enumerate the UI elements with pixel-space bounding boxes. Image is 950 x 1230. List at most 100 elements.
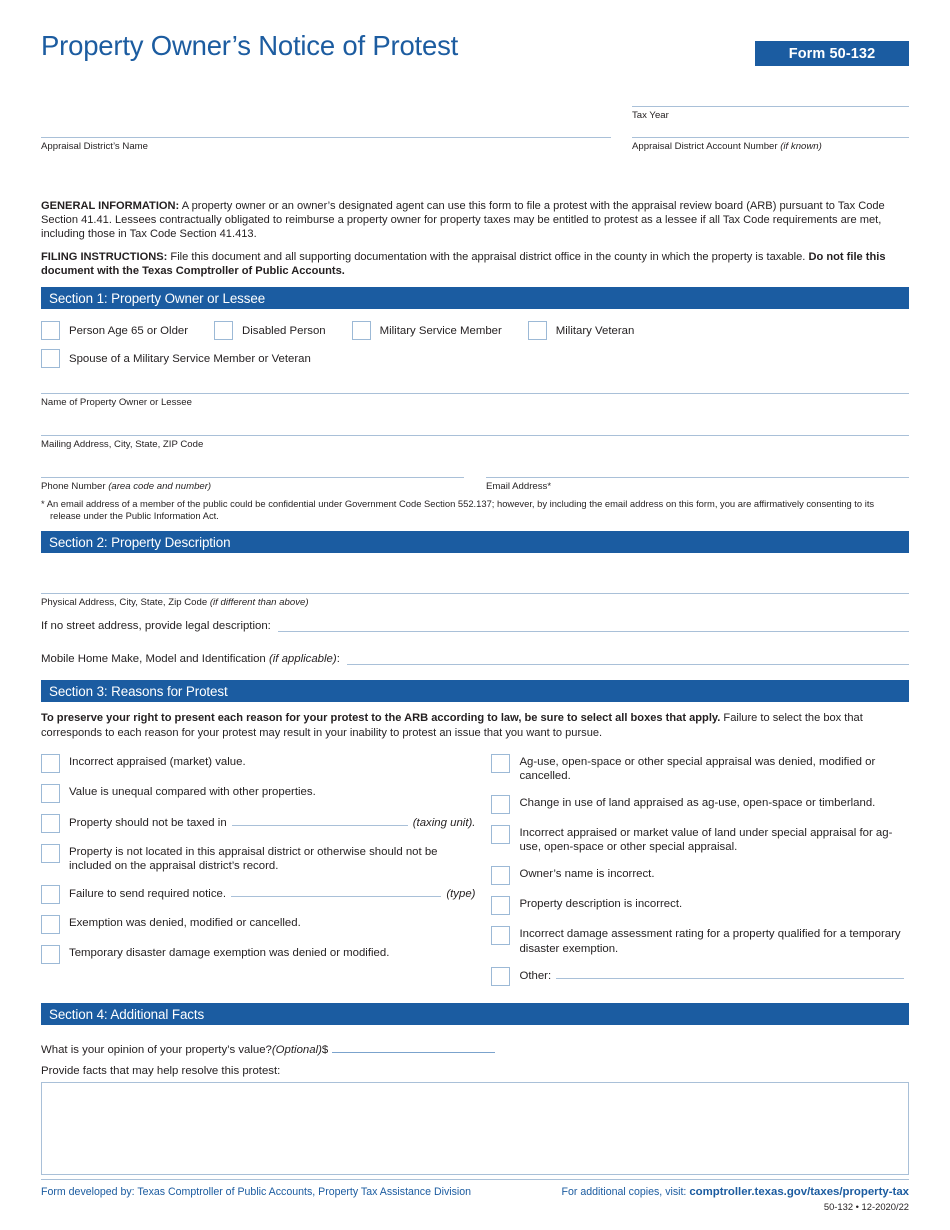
opinion-label-italic: (Optional) [271, 1044, 322, 1057]
general-information-paragraph: GENERAL INFORMATION: A property owner or… [41, 199, 909, 241]
section-3-intro: To preserve your right to present each r… [41, 711, 909, 739]
reason-incorrect-special-appraisal-value[interactable]: Incorrect appraised or market value of l… [491, 824, 909, 855]
checkbox-person-age-65[interactable]: Person Age 65 or Older [41, 321, 189, 341]
reason-incorrect-damage-assessment-rating[interactable]: Incorrect damage assessment rating for a… [491, 926, 909, 956]
footer-divider [41, 1179, 909, 1180]
reason-label: Change in use of land appraised as ag-us… [519, 796, 876, 809]
reason-label: Incorrect appraised or market value of l… [519, 826, 893, 854]
reason-label: Incorrect appraised (market) value. [69, 755, 246, 768]
phone-label-italic: (area code and number) [108, 481, 212, 493]
checkbox-label: Military Veteran [555, 324, 635, 337]
checkbox-icon[interactable] [41, 914, 60, 934]
mailing-address-field[interactable]: Mailing Address, City, State, ZIP Code [41, 435, 909, 451]
appraisal-district-name-field[interactable]: Appraisal District’s Name [41, 137, 611, 153]
reason-other[interactable]: Other: [491, 967, 909, 987]
checkbox-icon[interactable] [41, 884, 60, 904]
mobile-home-input-rule[interactable] [346, 653, 909, 666]
checkbox-icon[interactable] [41, 753, 60, 773]
taxing-unit-input-rule[interactable] [231, 815, 408, 826]
reason-text-pre: Failure to send required notice. [69, 887, 227, 900]
appraisal-account-number-field[interactable]: Appraisal District Account Number (if kn… [632, 137, 909, 153]
other-reason-input-rule[interactable] [556, 968, 904, 980]
checkbox-icon[interactable] [41, 944, 60, 964]
mobile-label-main: Mobile Home Make, Model and Identificati… [41, 653, 269, 666]
mobile-home-label: Mobile Home Make, Model and Identificati… [41, 653, 340, 665]
opinion-value-input-rule[interactable] [332, 1041, 496, 1054]
checkbox-icon[interactable] [491, 866, 511, 886]
mobile-label-italic: (if applicable) [268, 653, 337, 666]
checkbox-label: Military Service Member [379, 324, 502, 337]
email-address-field[interactable]: Email Address* [486, 477, 909, 493]
physical-address-label: Physical Address, City, State, Zip Code … [41, 594, 909, 609]
checkbox-icon[interactable] [491, 753, 511, 773]
reason-value-unequal[interactable]: Value is unequal compared with other pro… [41, 783, 475, 803]
reason-exemption-denied[interactable]: Exemption was denied, modified or cancel… [41, 914, 475, 934]
checkbox-icon[interactable] [491, 794, 511, 814]
mobile-home-field[interactable]: Mobile Home Make, Model and Identificati… [41, 653, 909, 666]
phone-email-row: Phone Number (area code and number) Emai… [41, 477, 909, 493]
checkbox-icon[interactable] [41, 321, 60, 341]
phone-number-field[interactable]: Phone Number (area code and number) [41, 477, 464, 493]
checkbox-icon[interactable] [41, 783, 60, 803]
reason-text-post: (type) [446, 887, 476, 900]
legal-description-input-rule[interactable] [277, 620, 909, 633]
filing-instructions-paragraph: FILING INSTRUCTIONS: File this document … [41, 250, 909, 278]
section-3-bar: Section 3: Reasons for Protest [41, 680, 909, 703]
page-title: Property Owner’s Notice of Protest [41, 30, 459, 61]
reason-owner-name-incorrect[interactable]: Owner’s name is incorrect. [491, 866, 909, 886]
reason-label: Ag-use, open-space or other special appr… [519, 755, 876, 783]
checkbox-spouse-of-military[interactable]: Spouse of a Military Service Member or V… [41, 349, 909, 369]
reason-failure-to-send-notice[interactable]: Failure to send required notice. (type) [41, 884, 476, 904]
footer-form-id: 50-132 • 12-2020/22 [823, 1201, 909, 1212]
email-confidentiality-footnote: * An email address of a member of the pu… [41, 498, 909, 522]
physical-address-field[interactable]: Physical Address, City, State, Zip Code … [41, 593, 909, 609]
additional-facts-textarea[interactable] [41, 1082, 909, 1176]
checkbox-label: Spouse of a Military Service Member or V… [69, 352, 311, 365]
reason-label: Property is not located in this appraisa… [69, 845, 438, 873]
checkbox-label: Disabled Person [242, 324, 326, 337]
tax-year-field[interactable]: Tax Year [632, 106, 909, 122]
notice-type-input-rule[interactable] [231, 886, 442, 897]
checkbox-icon[interactable] [491, 926, 511, 946]
reason-incorrect-appraised-value[interactable]: Incorrect appraised (market) value. [41, 753, 475, 773]
checkbox-icon[interactable] [41, 843, 60, 863]
checkbox-icon[interactable] [214, 321, 234, 341]
reason-not-located-in-district[interactable]: Property is not located in this appraisa… [41, 843, 475, 874]
reason-ag-use-denied[interactable]: Ag-use, open-space or other special appr… [491, 753, 909, 784]
legal-description-field[interactable]: If no street address, provide legal desc… [41, 620, 909, 633]
reason-change-in-use-of-land[interactable]: Change in use of land appraised as ag-us… [491, 794, 909, 814]
section-1-bar: Section 1: Property Owner or Lessee [41, 287, 909, 310]
reason-label: Other: [519, 967, 909, 984]
checkbox-icon[interactable] [491, 896, 511, 916]
tax-year-label: Tax Year [632, 110, 669, 121]
opinion-label-dollar: $ [321, 1044, 329, 1057]
section-2-body: Physical Address, City, State, Zip Code … [41, 553, 909, 666]
general-information-heading: GENERAL INFORMATION: [41, 200, 180, 212]
owner-name-field[interactable]: Name of Property Owner or Lessee [41, 393, 909, 409]
filing-instructions-text: File this document and all supporting do… [167, 251, 809, 264]
reason-should-not-be-taxed-in[interactable]: Property should not be taxed in (taxing … [41, 813, 475, 833]
checkbox-icon[interactable] [491, 967, 511, 987]
checkbox-military-veteran[interactable]: Military Veteran [527, 321, 635, 341]
checkbox-icon[interactable] [41, 349, 60, 369]
reason-property-description-incorrect[interactable]: Property description is incorrect. [491, 896, 909, 916]
footer-additional-copies: For additional copies, visit: comptrolle… [562, 1186, 909, 1198]
reason-text-pre: Property should not be taxed in [69, 816, 227, 829]
checkbox-disabled-person[interactable]: Disabled Person [214, 321, 326, 341]
checkbox-icon[interactable] [351, 321, 371, 341]
section-3-intro-bold: To preserve your right to present each r… [41, 712, 721, 725]
account-label-main: Appraisal District Account Number [632, 141, 781, 152]
page-footer: Form developed by: Texas Comptroller of … [41, 1179, 909, 1212]
general-information-block: GENERAL INFORMATION: A property owner or… [41, 199, 909, 278]
checkbox-icon[interactable] [41, 813, 60, 833]
phone-label-main: Phone Number [41, 481, 109, 493]
footer-link[interactable]: comptroller.texas.gov/taxes/property-tax [689, 1186, 909, 1198]
checkbox-icon[interactable] [527, 321, 547, 341]
opinion-of-value-field[interactable]: What is your opinion of your property’s … [41, 1041, 909, 1056]
reason-temporary-disaster-exemption-denied[interactable]: Temporary disaster damage exemption was … [41, 944, 475, 964]
appraisal-account-number-label: Appraisal District Account Number (if kn… [632, 138, 909, 153]
checkbox-military-service-member[interactable]: Military Service Member [351, 321, 502, 341]
checkbox-label: Person Age 65 or Older [69, 324, 189, 337]
mailing-address-label: Mailing Address, City, State, ZIP Code [41, 439, 204, 451]
checkbox-icon[interactable] [491, 824, 511, 844]
